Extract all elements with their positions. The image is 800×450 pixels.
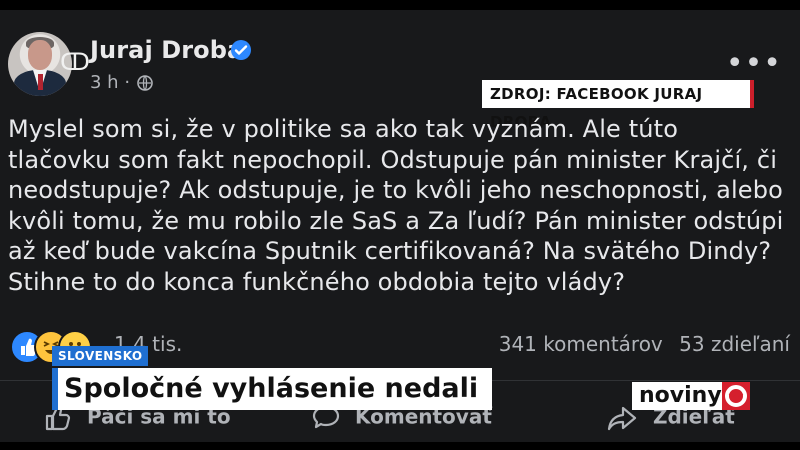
share-count[interactable]: 53 zdieľaní (679, 332, 790, 356)
post-time-text: 3 h (90, 72, 119, 93)
time-separator: · (124, 72, 131, 93)
more-options-icon[interactable]: ••• (726, 46, 782, 81)
broadcaster-symbol-icon (722, 382, 750, 410)
source-banner: ZDROJ: FACEBOOK JURAJ DROBA (482, 80, 754, 131)
post-time[interactable]: 3 h · (90, 72, 130, 93)
author-name[interactable]: Juraj Droba (90, 36, 243, 64)
post-stats: 341 komentárov 53 zdieľaní (489, 332, 790, 356)
verified-check-icon (231, 40, 251, 60)
broadcaster-name: noviny (639, 383, 722, 408)
news-headline: Spoločné vyhlásenie nedali (52, 368, 492, 410)
avatar-face (28, 40, 52, 70)
comment-count[interactable]: 341 komentárov (499, 332, 663, 356)
facebook-post-frame: ↀ Juraj Droba 3 h · ••• ZDROJ: FACEBOOK … (0, 10, 800, 442)
news-category-tag: SLOVENSKO (52, 346, 149, 366)
avatar-tie (38, 74, 43, 90)
broadcaster-logo: noviny (632, 382, 750, 410)
globe-icon (137, 75, 153, 91)
swirl-logo-icon: ↀ (60, 48, 90, 76)
post-text: Myslel som si, že v politike sa ako tak … (8, 115, 784, 296)
